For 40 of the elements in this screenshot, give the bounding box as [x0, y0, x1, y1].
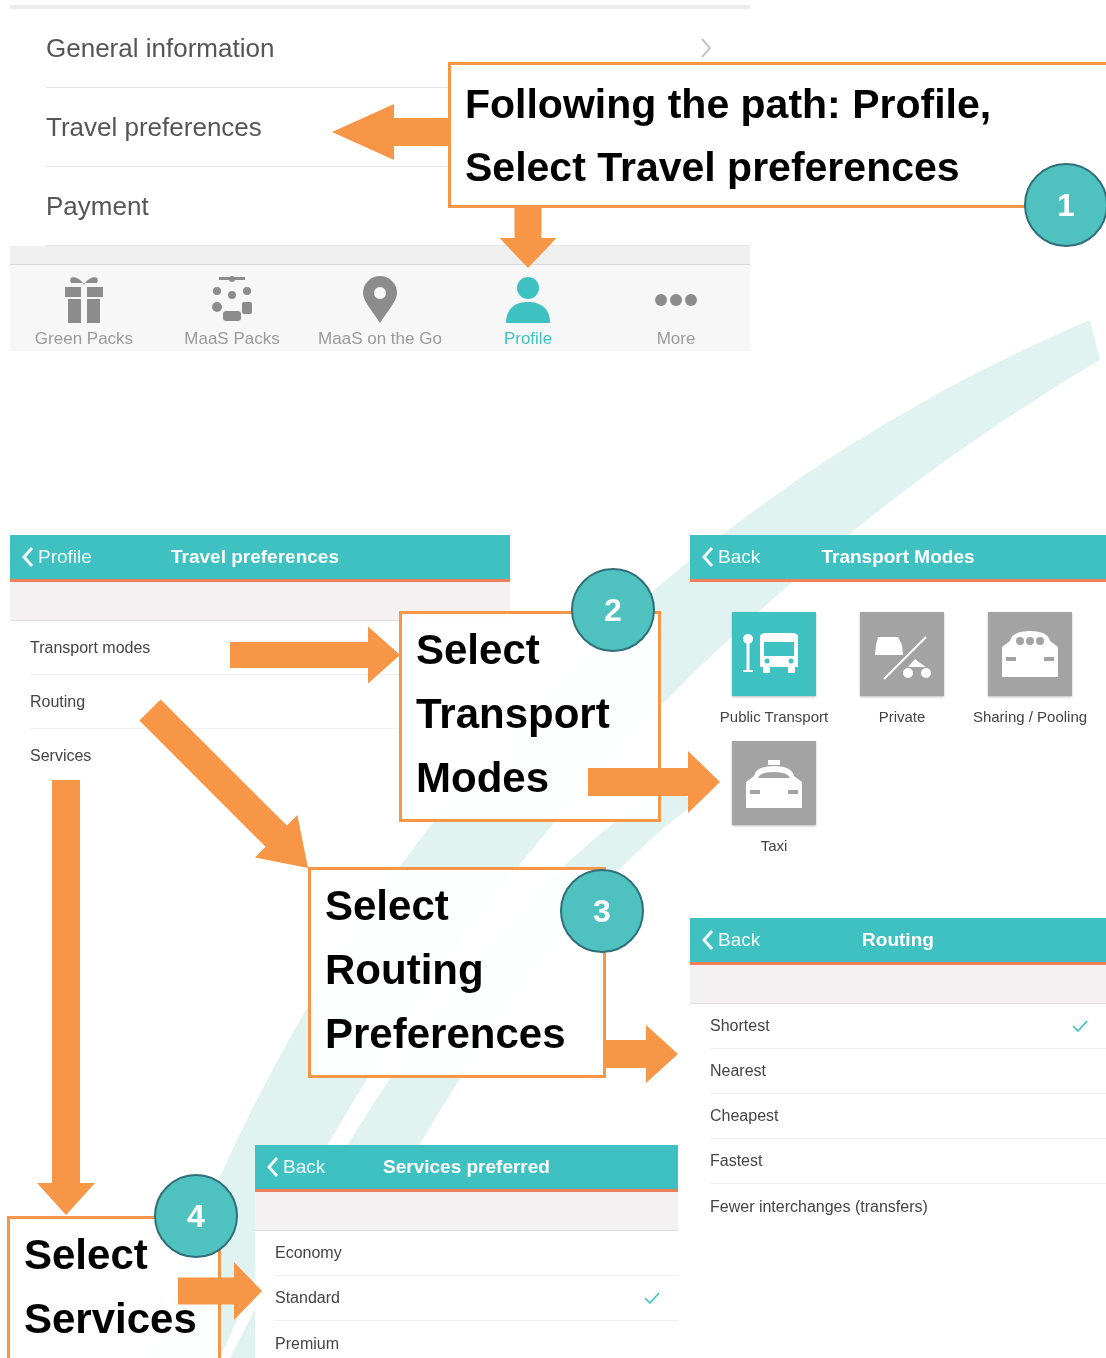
screen-title: Transport Modes	[821, 546, 975, 567]
screen-title: Travel preferences	[171, 546, 339, 567]
menu-item[interactable]: Services	[30, 747, 92, 765]
chevron-icon	[700, 37, 712, 59]
screen-title: Services preferred	[383, 1156, 550, 1177]
transport-mode-option[interactable]: Taxi	[710, 741, 838, 854]
vehicles-icon	[212, 276, 252, 321]
option-row[interactable]: Fewer interchanges (transfers)	[710, 1184, 1106, 1229]
option-row[interactable]: Standard	[275, 1276, 678, 1321]
more-icon	[655, 294, 697, 306]
back-chevron-icon	[702, 546, 714, 568]
option-row[interactable]: Premium	[275, 1321, 678, 1358]
menu-item[interactable]: Transport modes	[30, 638, 151, 657]
transport-mode-option[interactable]: Private	[838, 612, 966, 725]
back-chevron-icon	[702, 929, 714, 951]
step-number-badge: 1	[1024, 163, 1106, 247]
transport-mode-option[interactable]: Sharing / Pooling	[966, 612, 1094, 725]
taxi-icon	[746, 760, 802, 808]
shared-car-icon	[1002, 631, 1058, 677]
option-row[interactable]: Economy	[275, 1231, 678, 1276]
transport-mode-option[interactable]: Public Transport	[710, 612, 838, 725]
gift-icon	[65, 277, 103, 323]
location-pin-icon	[363, 276, 397, 323]
car-motorbike-icon	[875, 636, 931, 680]
menu-item[interactable]: Travel preferences	[46, 111, 262, 143]
step-number-badge: 3	[560, 869, 644, 953]
screen-title: Routing	[862, 929, 934, 950]
menu-item[interactable]: General information	[46, 32, 275, 64]
back-chevron-icon	[267, 1156, 279, 1178]
menu-item[interactable]: Payment	[46, 190, 149, 222]
step-number-badge: 2	[571, 568, 655, 652]
instruction-text: Following the path: Profile, Select Travel preferences	[465, 80, 992, 192]
person-icon	[506, 277, 550, 323]
option-row[interactable]: Nearest	[710, 1049, 1106, 1094]
option-row[interactable]: Shortest	[710, 1004, 1106, 1049]
option-row[interactable]: Fastest	[710, 1139, 1106, 1184]
back-chevron-icon	[22, 546, 34, 568]
bus-stop-icon	[743, 633, 798, 673]
option-row[interactable]: Cheapest	[710, 1094, 1106, 1139]
menu-item[interactable]: Routing	[30, 692, 86, 711]
